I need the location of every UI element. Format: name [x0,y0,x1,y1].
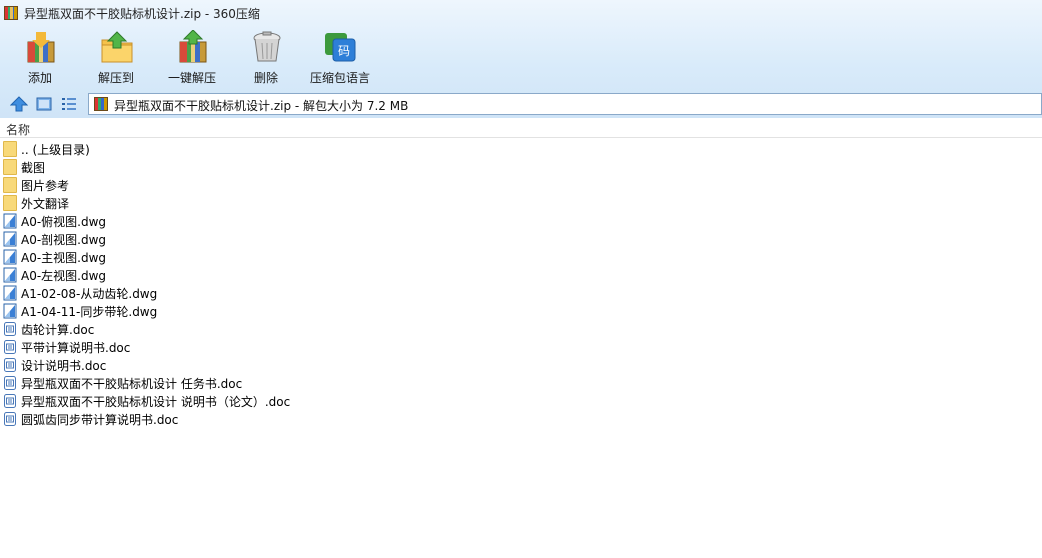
title-bar: 异型瓶双面不干胶贴标机设计.zip - 360压缩 [0,0,1042,26]
doc-file-icon [4,322,16,336]
address-bar: 异型瓶双面不干胶贴标机设计.zip - 解包大小为 7.2 MB [0,91,1042,117]
folder-icon [3,159,17,175]
list-view-icon[interactable] [60,95,78,113]
add-button[interactable]: 添加 [4,28,76,88]
item-name: A0-剖视图.dwg [21,233,107,247]
item-name: .. (上级目录) [21,143,90,157]
file-row[interactable]: 圆弧齿同步带计算说明书.doc [0,410,1042,428]
folder-row[interactable]: 截图 [0,158,1042,176]
extract-to-button[interactable]: 解压到 [80,28,152,88]
item-name: 外文翻译 [21,197,70,211]
column-name-header[interactable]: 名称 [6,121,30,138]
unpacked-size: - 解包大小为 7.2 MB [291,99,409,113]
file-row[interactable]: A0-左视图.dwg [0,266,1042,284]
item-name: 齿轮计算.doc [21,323,95,337]
item-name: 平带计算说明书.doc [21,341,131,355]
item-name: 异型瓶双面不干胶贴标机设计 任务书.doc [21,377,243,391]
item-name: 截图 [21,161,46,175]
extract-to-label: 解压到 [97,71,134,85]
window-title: 异型瓶双面不干胶贴标机设计.zip - 360压缩 [24,7,260,21]
delete-button[interactable]: 删除 [230,28,302,88]
doc-file-icon [4,358,16,372]
item-name: 圆弧齿同步带计算说明书.doc [21,413,179,427]
address-text: 异型瓶双面不干胶贴标机设计.zip - 解包大小为 7.2 MB [114,97,408,114]
dwg-file-icon [3,231,17,247]
item-name: 异型瓶双面不干胶贴标机设计 说明书（论文）.doc [21,395,291,409]
file-row[interactable]: 平带计算说明书.doc [0,338,1042,356]
window-chrome: 异型瓶双面不干胶贴标机设计.zip - 360压缩 添加 解压到 一键解压 删除… [0,0,1042,118]
archive-language-label: 压缩包语言 [309,71,370,85]
item-name: A0-主视图.dwg [21,251,107,265]
file-row[interactable]: A1-02-08-从动齿轮.dwg [0,284,1042,302]
item-name: A1-04-11-同步带轮.dwg [21,305,158,319]
list-header: 名称 [0,118,1042,138]
thumbnail-view-icon[interactable] [35,95,53,113]
file-row[interactable]: A0-俯视图.dwg [0,212,1042,230]
item-name: 图片参考 [21,179,70,193]
doc-file-icon [4,394,16,408]
one-click-extract-button[interactable]: 一键解压 [156,28,228,88]
file-row[interactable]: 异型瓶双面不干胶贴标机设计 说明书（论文）.doc [0,392,1042,410]
add-archive-icon [27,32,55,63]
one-click-extract-label: 一键解压 [167,71,216,85]
dwg-file-icon [3,249,17,265]
file-row[interactable]: A0-主视图.dwg [0,248,1042,266]
file-list: .. (上级目录) 截图图片参考外文翻译 A0-俯视图.dwg A0-剖视图.dwg A… [0,140,1042,428]
zip-app-icon [4,6,18,20]
zip-file-icon [94,97,108,111]
language-glyph: 码 [338,44,350,58]
dwg-file-icon [3,213,17,229]
folder-row[interactable]: .. (上级目录) [0,140,1042,158]
doc-file-icon [4,376,16,390]
item-name: 设计说明书.doc [21,359,107,373]
doc-file-icon [4,412,16,426]
delete-label: 删除 [253,71,278,85]
address-field[interactable]: 异型瓶双面不干胶贴标机设计.zip - 解包大小为 7.2 MB [88,93,1042,115]
extract-to-icon [101,31,133,63]
file-row[interactable]: 齿轮计算.doc [0,320,1042,338]
file-row[interactable]: A1-04-11-同步带轮.dwg [0,302,1042,320]
item-name: A0-俯视图.dwg [21,215,107,229]
toolbar: 添加 解压到 一键解压 删除 码 压缩包语言 [0,28,1042,88]
folder-row[interactable]: 图片参考 [0,176,1042,194]
folder-icon [3,141,17,157]
item-name: A0-左视图.dwg [21,269,107,283]
folder-icon [3,177,17,193]
archive-name: 异型瓶双面不干胶贴标机设计.zip [114,99,292,113]
dwg-file-icon [3,303,17,319]
doc-file-icon [4,340,16,354]
file-row[interactable]: 设计说明书.doc [0,356,1042,374]
folder-icon [3,195,17,211]
file-row[interactable]: A0-剖视图.dwg [0,230,1042,248]
up-arrow-icon[interactable] [10,95,28,113]
item-name: A1-02-08-从动齿轮.dwg [21,287,158,301]
archive-language-icon: 码 [325,33,356,62]
folder-row[interactable]: 外文翻译 [0,194,1042,212]
delete-bin-icon [253,31,281,62]
dwg-file-icon [3,267,17,283]
archive-language-button[interactable]: 码 压缩包语言 [304,28,376,88]
dwg-file-icon [3,285,17,301]
one-click-extract-icon [179,30,207,63]
file-row[interactable]: 异型瓶双面不干胶贴标机设计 任务书.doc [0,374,1042,392]
add-label: 添加 [27,71,52,85]
